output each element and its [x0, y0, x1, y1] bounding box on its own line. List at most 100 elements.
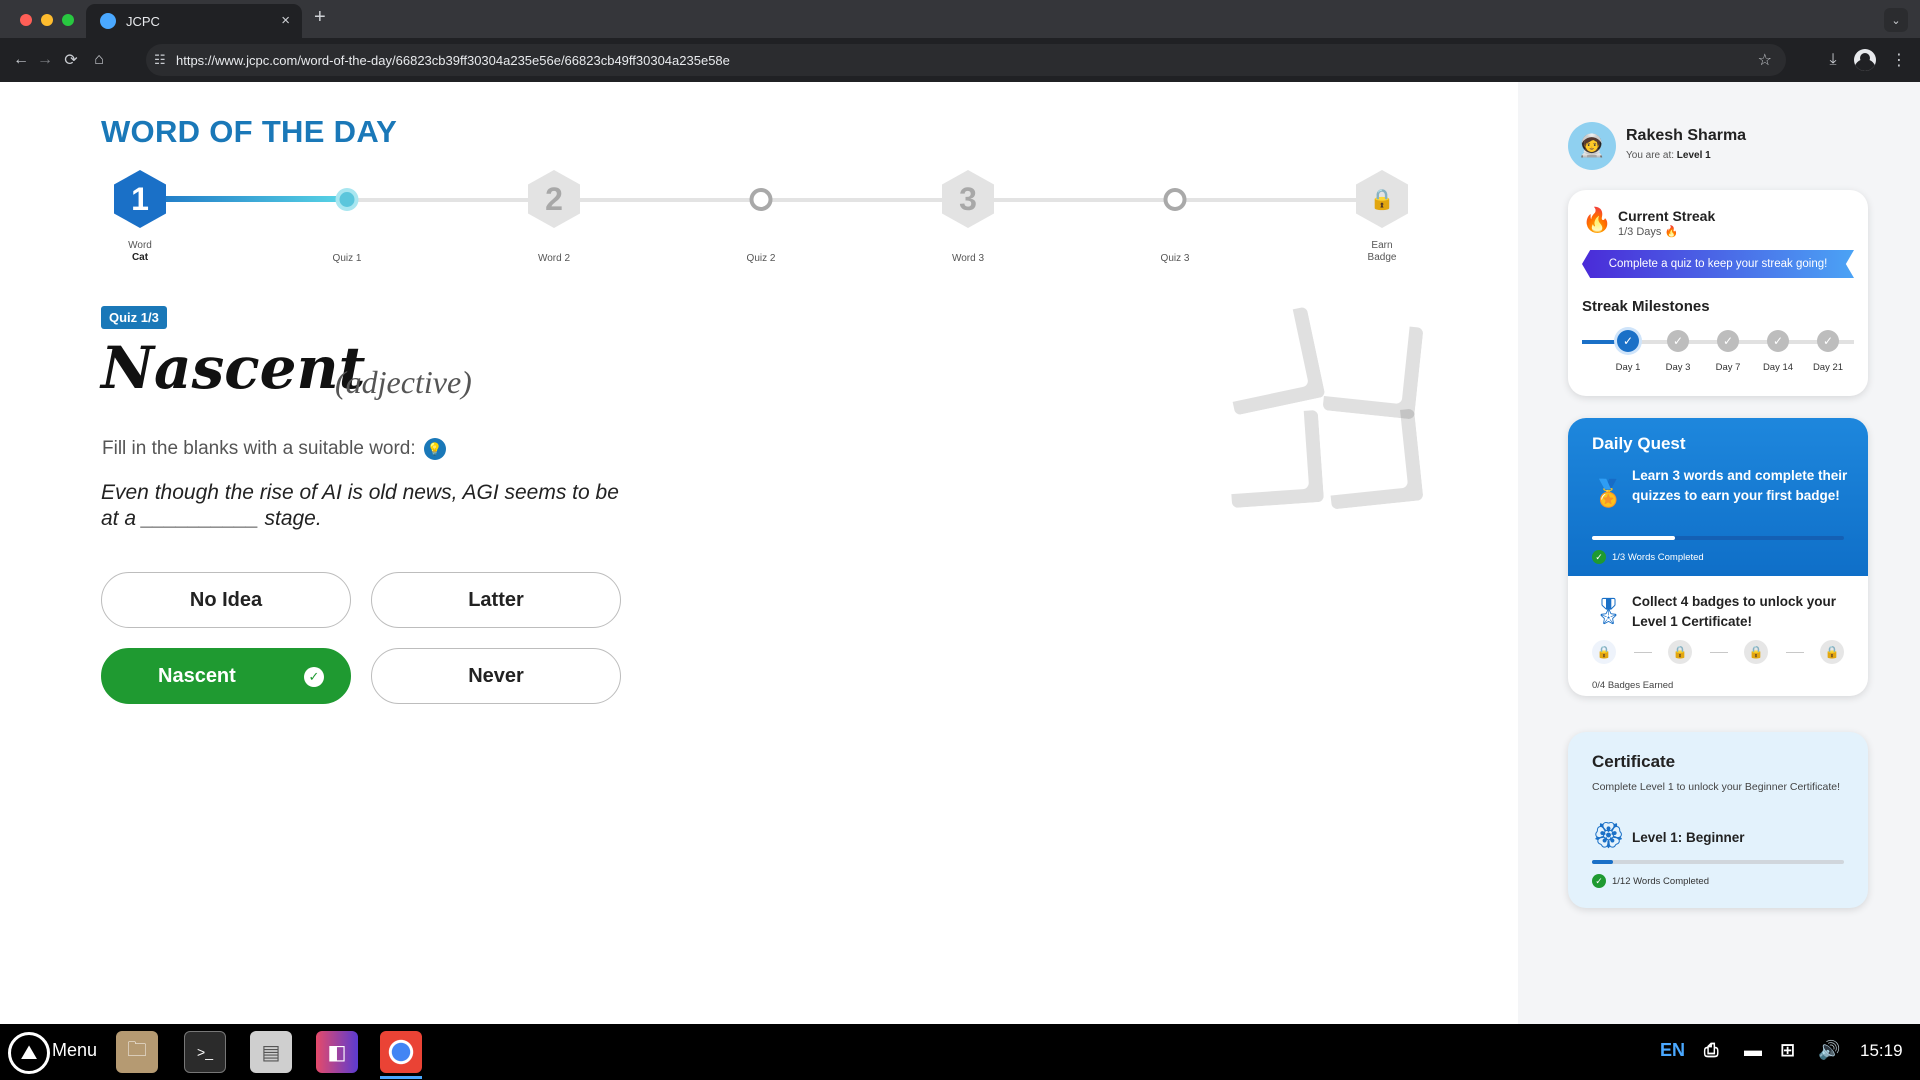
step-label: Quiz 2 — [747, 253, 776, 265]
step-label-bottom: Cat — [131, 252, 149, 263]
certificate-progress-fill — [1592, 860, 1613, 864]
active-app-indicator — [380, 1076, 422, 1079]
streak-days: 1/3 Days 🔥 — [1618, 226, 1679, 238]
option-nascent[interactable]: Nascent ✓ — [101, 648, 351, 704]
step-label: Word 2 — [538, 253, 570, 265]
locked-badge-icon: 🔒 — [1592, 640, 1616, 664]
user-level: You are at: Level 1 — [1626, 150, 1711, 161]
user-avatar-icon: 🧑‍🚀 — [1568, 122, 1616, 170]
milestone-label: Day 3 — [1665, 362, 1691, 373]
step-label-bottom: Quiz 1 — [332, 253, 362, 264]
os-logo-icon[interactable]: ⛰ — [8, 1032, 50, 1074]
language-indicator[interactable]: EN — [1660, 1040, 1685, 1061]
certificate-description: Complete Level 1 to unlock your Beginner… — [1592, 781, 1841, 793]
milestone-check-icon: ✓ — [1817, 330, 1839, 352]
daily-quest-card: Daily Quest 🏅 Learn 3 words and complete… — [1568, 418, 1868, 696]
step-node-4[interactable] — [749, 188, 773, 211]
keyboard-icon[interactable]: ▬ — [1744, 1040, 1762, 1061]
option-label: Nascent — [158, 664, 236, 687]
printer-icon[interactable]: ⎙ — [1704, 1040, 1718, 1061]
step-ring — [749, 188, 773, 211]
milestone-check-icon: ✓ — [1617, 330, 1639, 352]
cube-letter: Z — [1354, 428, 1392, 490]
step-node-2[interactable] — [335, 188, 359, 211]
clock: 15:19 — [1860, 1041, 1903, 1060]
browser-menu-icon[interactable]: ⋮ — [1886, 47, 1912, 73]
quest-progress-fill — [1592, 536, 1675, 540]
milestones-title: Streak Milestones — [1582, 298, 1710, 315]
step-node-6[interactable] — [1163, 188, 1187, 211]
quiz-sentence: Even though the rise of AI is old news, … — [101, 481, 619, 530]
correct-check-icon: ✓ — [304, 667, 324, 687]
file-manager-icon[interactable]: 🗀 — [116, 1031, 158, 1073]
badge-description: Collect 4 badges to unlock your Level 1 … — [1632, 594, 1837, 629]
step-node-1[interactable]: 1 — [114, 170, 166, 228]
cube-letter: U — [1351, 338, 1395, 400]
step-label-bottom: Word 2 — [537, 253, 571, 264]
terminal-icon[interactable]: >_ — [184, 1031, 226, 1073]
check-icon: ✓ — [1592, 550, 1606, 564]
badge-connector — [1634, 652, 1652, 653]
hint-bulb-icon[interactable]: 💡 — [423, 438, 446, 460]
user-name: Rakesh Sharma — [1626, 127, 1747, 144]
step-label-bottom: Badge — [1367, 252, 1397, 263]
step-ring — [1163, 188, 1187, 211]
option-latter[interactable]: Latter — [371, 572, 621, 628]
cube-letter: I — [1265, 429, 1285, 489]
step-node-5[interactable]: 3 — [942, 170, 994, 228]
locked-badge-icon: 🔒 — [1820, 640, 1844, 664]
quiz-counter-badge: Quiz 1/3 — [101, 306, 167, 329]
option-never[interactable]: Never — [371, 648, 621, 704]
volume-icon[interactable]: 🔊 — [1818, 1040, 1840, 1061]
web-page: WORD OF THE DAY 1 Word Cat Quiz 1 2 Word 2 Qui… — [0, 82, 1920, 1024]
step-hexagon: 3 — [942, 170, 994, 228]
cube-i: I — [1226, 410, 1324, 508]
step-node-3[interactable]: 2 — [528, 170, 580, 228]
certificate-card: Certificate Complete Level 1 to unlock y… — [1568, 732, 1868, 908]
part-of-speech: (adjective) — [335, 364, 472, 400]
badge-connector — [1710, 652, 1728, 653]
milestone-check-icon: ✓ — [1667, 330, 1689, 352]
cube-u: U — [1322, 318, 1423, 419]
lock-icon: 🔒 — [1356, 170, 1408, 228]
badge-connector — [1786, 652, 1804, 653]
step-label: Earn Badge — [1368, 240, 1397, 264]
download-icon[interactable]: ⤓ — [1820, 47, 1846, 73]
instruction-text: Fill in the blanks with a suitable word: — [102, 438, 416, 459]
milestone-label: Day 21 — [1812, 362, 1844, 373]
cube-z: Z — [1322, 408, 1423, 509]
cube-q: Q — [1216, 306, 1325, 415]
network-icon[interactable]: ⊞ — [1780, 1040, 1795, 1061]
streak-banner: Complete a quiz to keep your streak goin… — [1582, 250, 1854, 278]
step-node-7[interactable]: 🔒 — [1356, 170, 1408, 228]
archive-icon[interactable]: ▤ — [250, 1031, 292, 1073]
certificate-progress-text: 1/12 Words Completed — [1612, 876, 1709, 887]
tab-search-button[interactable]: ⌄ — [1884, 8, 1908, 32]
milestone-check-icon: ✓ — [1717, 330, 1739, 352]
step-label-bottom: Word 3 — [951, 253, 985, 264]
medal-icon: 🏅 — [1592, 478, 1625, 508]
chrome-icon[interactable] — [380, 1031, 422, 1073]
quest-title: Daily Quest — [1592, 434, 1686, 453]
start-menu-label[interactable]: Menu — [52, 1040, 97, 1061]
image-viewer-icon[interactable]: ◧ — [316, 1031, 358, 1073]
profile-avatar-icon — [1854, 49, 1876, 71]
step-ring — [335, 188, 359, 211]
progress-stepper: 1 Word Cat Quiz 1 2 Word 2 Quiz 2 3 Word 3 Quiz 3… — [0, 0, 1518, 300]
word-heading: Nascent — [101, 334, 366, 402]
certificate-level: Level 1: Beginner — [1632, 830, 1745, 845]
bookmark-star-icon[interactable]: ☆ — [1758, 50, 1772, 70]
os-taskbar: ⛰ Menu 🗀 >_ ▤ ◧ EN ⎙ ▬ ⊞ 🔊 15:19 — [0, 1024, 1920, 1080]
milestone-label: Day 14 — [1762, 362, 1794, 373]
profile-button[interactable] — [1852, 47, 1878, 73]
option-no-idea[interactable]: No Idea — [101, 572, 351, 628]
badge-medal-icon: 🎖 — [1592, 596, 1626, 626]
step-label: Quiz 1 — [333, 253, 362, 265]
locked-badge-icon: 🔒 — [1668, 640, 1692, 664]
step-label: Word Cat — [128, 240, 152, 264]
option-label: Latter — [468, 588, 524, 611]
step-label-bottom: Quiz 3 — [1160, 253, 1190, 264]
milestones-progress — [1582, 340, 1622, 344]
quiz-instruction: Fill in the blanks with a suitable word:… — [102, 438, 446, 460]
certificate-progress-track — [1592, 860, 1844, 864]
